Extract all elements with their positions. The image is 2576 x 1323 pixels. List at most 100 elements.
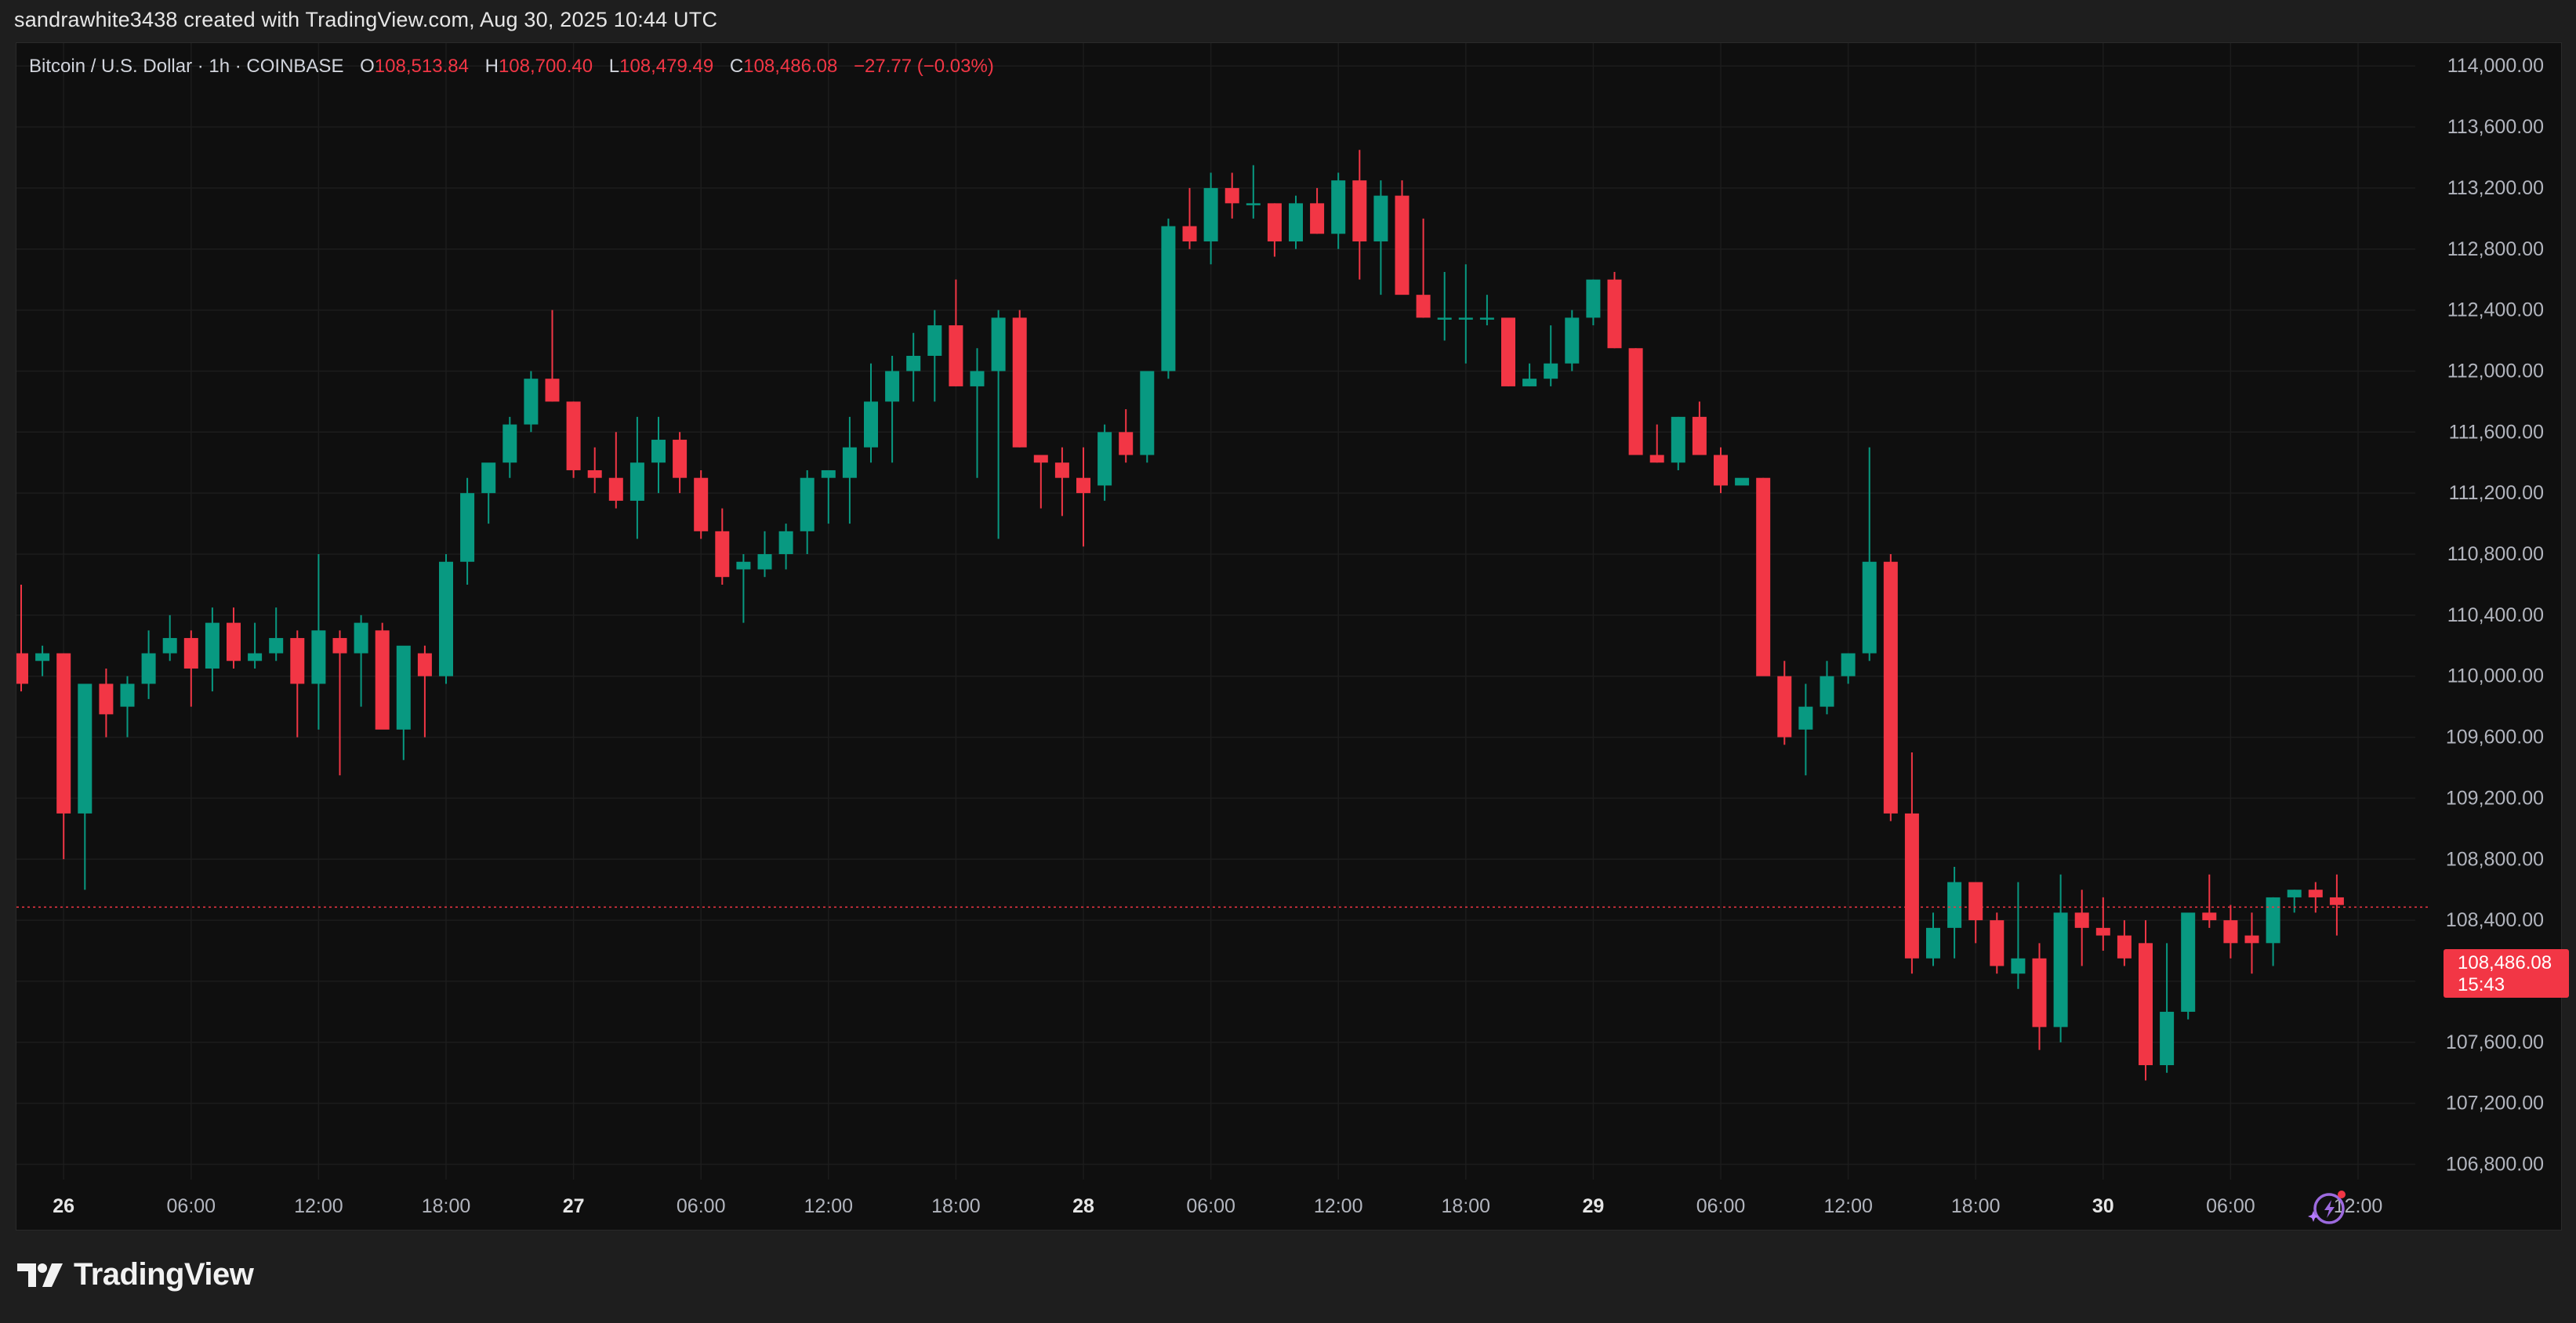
candle	[842, 416, 857, 524]
candle	[1990, 912, 2005, 974]
candle-body	[2223, 920, 2238, 944]
candle-body	[2329, 897, 2344, 905]
candle-body	[651, 440, 666, 463]
sparkle-assistant-icon[interactable]	[2306, 1187, 2349, 1228]
candle	[2244, 912, 2259, 974]
candle-body	[2202, 912, 2217, 921]
x-tick-label: 06:00	[1696, 1195, 1746, 1217]
candle-body	[1947, 882, 1962, 928]
x-tick-label: 26	[53, 1195, 74, 1217]
candle	[1140, 371, 1155, 463]
candle	[16, 584, 28, 692]
candle	[227, 607, 241, 669]
candle	[311, 554, 326, 730]
candle-body	[1458, 317, 1473, 320]
candle	[629, 416, 644, 539]
candle	[1522, 363, 1537, 386]
candle-body	[778, 531, 793, 555]
candle-body	[1607, 279, 1622, 349]
candle	[715, 508, 730, 585]
candle-body	[2095, 927, 2110, 936]
candle-body	[1203, 187, 1218, 242]
last-price-tag: 108,486.08 15:43	[2444, 949, 2569, 998]
candle-body	[1310, 203, 1325, 234]
candle-body	[481, 462, 496, 494]
candle	[927, 310, 942, 402]
candle	[2117, 920, 2132, 966]
x-tick-label: 12:00	[294, 1195, 343, 1217]
candle-body	[1883, 561, 1898, 814]
candle-body	[1820, 676, 1834, 707]
candle	[1098, 424, 1112, 501]
candle-body	[1544, 363, 1558, 379]
candle	[2032, 943, 2047, 1050]
candle-body	[1841, 653, 1856, 676]
candle-body	[227, 622, 241, 662]
candle-body	[1054, 462, 1069, 478]
x-tick-label: 06:00	[677, 1195, 726, 1217]
candle	[1076, 447, 1090, 547]
candle-body	[1225, 187, 1239, 204]
candle	[375, 622, 390, 730]
candle-body	[183, 638, 198, 669]
candle	[1756, 477, 1771, 676]
y-tick-label: 111,200.00	[2449, 482, 2544, 504]
candle-body	[545, 379, 560, 402]
y-tick-label: 113,600.00	[2447, 116, 2544, 138]
candle	[99, 668, 114, 738]
candle	[1054, 447, 1069, 517]
candlestick-chart[interactable]: 114,000.00 113,600.00 113,200.00 112,800.00…	[16, 43, 2561, 1230]
candle	[56, 653, 71, 860]
x-tick-label: 12:00	[804, 1195, 854, 1217]
candle-body	[2011, 958, 2026, 974]
candle-body	[269, 638, 284, 654]
candle-body	[396, 645, 411, 730]
candle	[1607, 271, 1622, 349]
ohlc-legend: Bitcoin / U.S. Dollar · 1h · COINBASE O1…	[29, 56, 994, 78]
candle-body	[99, 683, 114, 715]
candle	[396, 645, 411, 760]
candle	[439, 554, 453, 684]
candle-body	[821, 469, 836, 478]
candle-body	[2181, 912, 2196, 1012]
candle-body	[1904, 813, 1919, 959]
chart-area[interactable]: 114,000.00 113,600.00 113,200.00 112,800.00…	[16, 42, 2569, 1231]
candle	[1458, 264, 1473, 364]
candle	[1289, 195, 1303, 249]
x-tick-label: 12:00	[1823, 1195, 1873, 1217]
bar-countdown: 15:43	[2458, 974, 2505, 995]
symbol-title[interactable]: Bitcoin / U.S. Dollar · 1h · COINBASE	[29, 56, 343, 77]
candle	[1586, 279, 1601, 326]
candle	[566, 401, 581, 478]
candle	[1246, 165, 1261, 219]
candle-body	[673, 440, 688, 478]
close-value: 108,486.08	[743, 56, 838, 77]
y-tick-label: 112,400.00	[2447, 299, 2544, 321]
candle	[2011, 882, 2026, 989]
candle	[1416, 218, 1431, 318]
candle-body	[1098, 432, 1112, 486]
candle	[2074, 890, 2089, 966]
x-tick-label: 18:00	[422, 1195, 471, 1217]
candle	[1310, 187, 1325, 234]
candle-body	[460, 493, 475, 562]
candle-body	[1926, 927, 1940, 959]
candle	[162, 614, 177, 662]
candle-body	[1692, 416, 1707, 455]
candle-body	[927, 325, 942, 356]
y-tick-label: 114,000.00	[2447, 55, 2544, 77]
tradingview-logo[interactable]: TradingView	[17, 1257, 254, 1292]
candle-body	[290, 638, 305, 684]
candle	[1395, 180, 1410, 295]
candle	[1714, 447, 1728, 494]
candle	[1033, 455, 1048, 509]
candle	[2308, 882, 2323, 913]
candle-body	[906, 355, 921, 372]
candle-body	[1246, 203, 1261, 205]
candle	[141, 630, 156, 699]
candle-body	[2117, 935, 2132, 959]
candle-body	[332, 638, 347, 654]
candle-body	[2053, 912, 2068, 1028]
candle	[757, 531, 772, 578]
candle	[332, 630, 347, 776]
